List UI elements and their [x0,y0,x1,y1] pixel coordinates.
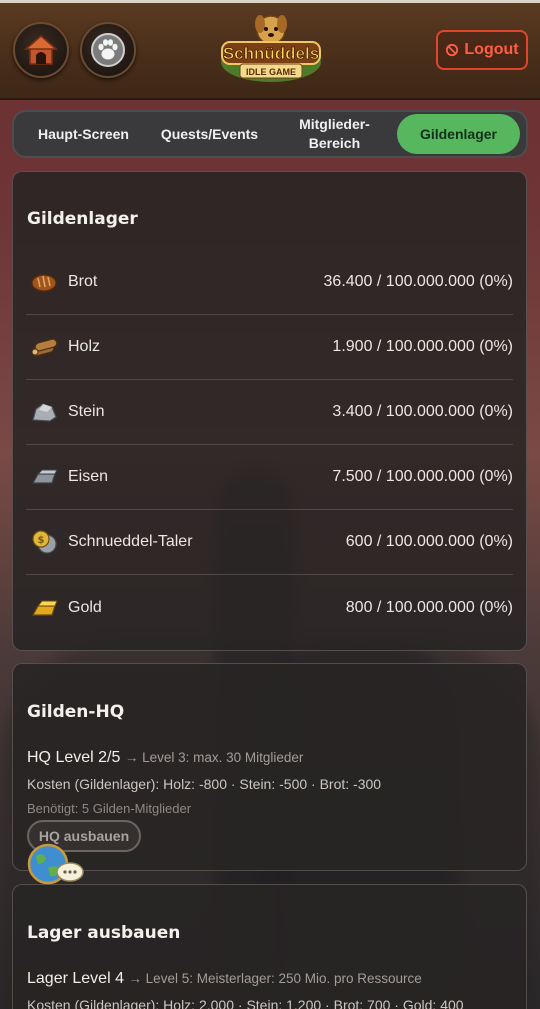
power-icon [446,43,459,57]
tab-quests-events[interactable]: Quests/Events [147,114,272,154]
doghouse-icon [24,35,58,65]
lager-cost: Kosten (Gildenlager): Holz: 2.000 · Stei… [27,997,464,1009]
svg-text:Schnüddels: Schnüddels [223,44,319,63]
tab-gildenlager[interactable]: Gildenlager [396,114,520,154]
resource-value: 1.900 / 100.000.000 (0%) [332,338,513,355]
storage-upgrade-card: Lager ausbauen Lager Level 4 → Level 5: … [12,884,527,1009]
lager-next-level: → Level 5: Meisterlager: 250 Mio. pro Re… [128,971,422,986]
resource-name: Holz [68,338,101,355]
tab-mitglieder-bereich[interactable]: Mitglieder- Bereich [272,114,397,154]
resource-row: Holz 1.900 / 100.000.000 (0%) [26,315,513,380]
main-tab-bar: Haupt-Screen Quests/Events Mitglieder- B… [12,110,528,158]
bread-icon [28,266,60,298]
resource-value: 3.400 / 100.000.000 (0%) [332,403,513,420]
resource-row: Stein 3.400 / 100.000.000 (0%) [26,380,513,445]
hq-next-level: → Level 3: max. 30 Mitglieder [124,750,304,765]
resource-name: Eisen [68,468,109,485]
iron-icon [28,461,60,493]
resource-row: Brot 36.400 / 100.000.000 (0%) [26,250,513,315]
gold-icon [28,592,60,624]
hq-cost: Kosten (Gildenlager): Holz: -800 · Stein… [27,776,382,792]
resource-name: Gold [68,598,102,616]
wood-icon [28,331,60,363]
hq-requirement: Benötigt: 5 Gilden-Mitglieder [27,801,192,816]
home-button[interactable] [13,22,69,78]
hq-title: Gilden-HQ [27,702,125,722]
globe-chat-icon [27,843,84,885]
hq-level-line: HQ Level 2/5 → Level 3: max. 30 Mitglied… [27,749,303,767]
logout-button[interactable]: Logout [436,30,528,70]
paw-icon [91,33,125,67]
svg-text:IDLE GAME: IDLE GAME [246,67,296,77]
top-header: Schnüddels IDLE GAME Logout [0,0,540,100]
resource-row: Gold 800 / 100.000.000 (0%) [26,575,513,640]
game-logo: Schnüddels IDLE GAME [218,12,324,86]
lager-level: Lager Level 4 [27,970,124,987]
resource-value: 800 / 100.000.000 (0%) [345,598,513,616]
hq-level: HQ Level 2/5 [27,749,121,766]
stone-icon [28,396,60,428]
storage-title: Gildenlager [27,209,138,229]
resource-value: 7.500 / 100.000.000 (0%) [332,468,513,485]
resource-value: 600 / 100.000.000 (0%) [345,533,513,550]
lager-level-line: Lager Level 4 → Level 5: Meisterlager: 2… [27,970,422,988]
resource-value: 36.400 / 100.000.000 (0%) [323,273,513,290]
resource-name: Schnueddel-Taler [68,533,193,550]
resource-name: Stein [68,403,105,420]
paw-button[interactable] [80,22,136,78]
logout-label: Logout [464,41,519,58]
tab-haupt-screen[interactable]: Haupt-Screen [20,114,147,154]
svg-text:$: $ [38,535,45,546]
guild-hq-card: Gilden-HQ HQ Level 2/5 → Level 3: max. 3… [12,663,527,871]
resource-row: $ Schnueddel-Taler 600 / 100.000.000 (0%… [26,510,513,575]
resource-name: Brot [68,273,98,290]
resource-row: Eisen 7.500 / 100.000.000 (0%) [26,445,513,510]
coin-icon: $ [28,526,60,558]
guild-storage-card: Gildenlager Brot 36.400 / 100.000.000 (0… [12,171,527,651]
chat-button[interactable] [26,842,86,888]
lager-title: Lager ausbauen [27,923,181,943]
